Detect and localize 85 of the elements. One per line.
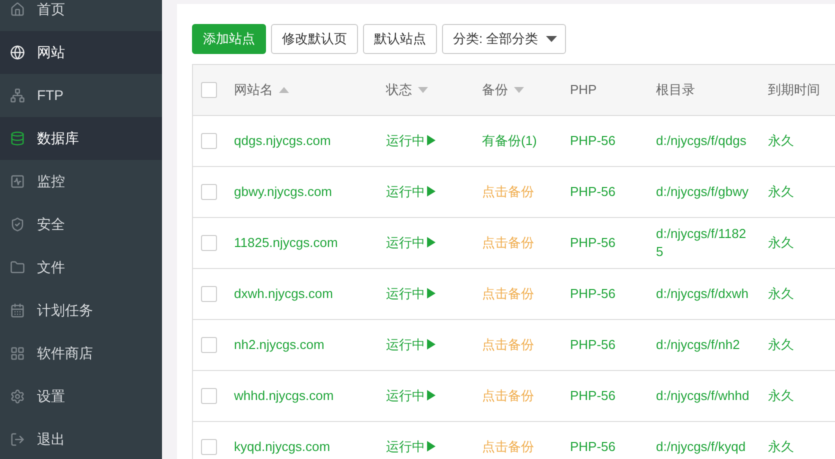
php-version-link[interactable]: PHP-56 (570, 337, 616, 352)
sidebar-item[interactable]: FTP (0, 74, 162, 117)
column-header: PHP (570, 81, 597, 100)
sidebar-item[interactable]: 软件商店 (0, 332, 162, 375)
checkbox[interactable] (201, 388, 217, 404)
checkbox[interactable] (201, 337, 217, 353)
backup-link[interactable]: 有备份(1) (482, 133, 537, 148)
sidebar-item[interactable]: 设置 (0, 375, 162, 418)
folder-icon (10, 260, 25, 275)
site-name-link[interactable]: gbwy.njycgs.com (234, 184, 332, 200)
status-link[interactable]: 运行中▶ (386, 133, 438, 148)
home-icon (10, 2, 25, 17)
php-version-link[interactable]: PHP-56 (570, 235, 616, 250)
status-link[interactable]: 运行中▶ (386, 286, 438, 302)
logout-icon (10, 432, 25, 447)
root-directory-link[interactable]: d:/njycgs/f/dxwh (656, 285, 752, 303)
site-name-link[interactable]: dxwh.njycgs.com (234, 286, 333, 302)
sidebar-item[interactable]: 文件 (0, 246, 162, 289)
grid-icon (10, 346, 25, 361)
settings-icon (10, 389, 25, 404)
site-name-link[interactable]: qdgs.njycgs.com (234, 133, 331, 148)
checkbox[interactable] (201, 235, 217, 251)
expiry-link[interactable]: 永久 (768, 133, 794, 148)
backup-link[interactable]: 点击备份 (482, 337, 534, 352)
column-header: 根目录 (656, 81, 695, 100)
expiry-link[interactable]: 永久 (768, 388, 794, 404)
php-version-link[interactable]: PHP-56 (570, 388, 616, 404)
root-directory-link[interactable]: d:/njycgs/f/11825 (656, 225, 752, 261)
php-version-link[interactable]: PHP-56 (570, 133, 616, 148)
column-header: 到期时间 (768, 81, 820, 100)
checkbox[interactable] (201, 82, 217, 98)
root-directory-link[interactable]: d:/njycgs/f/qdgs (656, 132, 752, 150)
site-name-link[interactable]: whhd.njycgs.com (234, 388, 334, 404)
status-link[interactable]: 运行中▶ (386, 439, 438, 454)
status-link[interactable]: 运行中▶ (386, 235, 438, 250)
php-version-link[interactable]: PHP-56 (570, 286, 616, 302)
sort-down-icon[interactable] (514, 87, 524, 93)
root-directory-link[interactable]: d:/njycgs/f/whhd (656, 387, 752, 405)
shield-icon (10, 217, 25, 232)
toolbar-button[interactable]: 修改默认页 (271, 24, 358, 54)
php-version-link[interactable]: PHP-56 (570, 439, 616, 454)
root-directory-link[interactable]: d:/njycgs/f/kyqd (656, 438, 752, 456)
sidebar-item[interactable]: 计划任务 (0, 289, 162, 332)
status-link[interactable]: 运行中▶ (386, 184, 438, 200)
backup-link[interactable]: 点击备份 (482, 184, 534, 200)
calendar-icon (10, 303, 25, 318)
checkbox[interactable] (201, 286, 217, 302)
globe-icon (10, 45, 25, 60)
backup-link[interactable]: 点击备份 (482, 388, 534, 404)
expiry-link[interactable]: 永久 (768, 286, 794, 302)
column-header[interactable]: 状态 (386, 80, 412, 100)
toolbar-button[interactable]: 添加站点 (192, 24, 266, 54)
site-name-link[interactable]: 11825.njycgs.com (234, 235, 338, 250)
expiry-link[interactable]: 永久 (768, 184, 794, 200)
root-directory-link[interactable]: d:/njycgs/f/gbwy (656, 183, 752, 201)
sidebar-item[interactable]: 网站 (0, 31, 162, 74)
sort-up-icon[interactable] (279, 87, 289, 93)
backup-link[interactable]: 点击备份 (482, 439, 534, 454)
column-header[interactable]: 网站名 (234, 80, 273, 100)
root-directory-link[interactable]: d:/njycgs/f/nh2 (656, 336, 752, 354)
sidebar-item[interactable]: 安全 (0, 203, 162, 246)
checkbox[interactable] (201, 184, 217, 200)
sidebar-item[interactable]: 监控 (0, 160, 162, 203)
expiry-link[interactable]: 永久 (768, 235, 794, 250)
backup-link[interactable]: 点击备份 (482, 286, 534, 302)
network-icon (10, 88, 25, 103)
site-name-link[interactable]: kyqd.njycgs.com (234, 439, 330, 454)
checkbox[interactable] (201, 133, 217, 149)
sort-down-icon[interactable] (418, 87, 428, 93)
status-link[interactable]: 运行中▶ (386, 388, 438, 404)
expiry-link[interactable]: 永久 (768, 337, 794, 352)
sidebar-item[interactable]: 退出 (0, 418, 162, 459)
toolbar-button[interactable]: 默认站点 (363, 24, 437, 54)
monitor-icon (10, 174, 25, 189)
category-select[interactable]: 分类: 全部分类 (442, 24, 566, 54)
expiry-link[interactable]: 永久 (768, 439, 794, 454)
caret-icon (546, 36, 558, 42)
status-link[interactable]: 运行中▶ (386, 337, 438, 352)
checkbox[interactable] (201, 439, 217, 455)
sidebar-item[interactable]: 首页 (0, 0, 162, 31)
php-version-link[interactable]: PHP-56 (570, 184, 616, 200)
backup-link[interactable]: 点击备份 (482, 235, 534, 250)
site-name-link[interactable]: nh2.njycgs.com (234, 337, 324, 352)
column-header[interactable]: 备份 (482, 80, 508, 100)
sidebar-item[interactable]: 数据库 (0, 117, 162, 160)
